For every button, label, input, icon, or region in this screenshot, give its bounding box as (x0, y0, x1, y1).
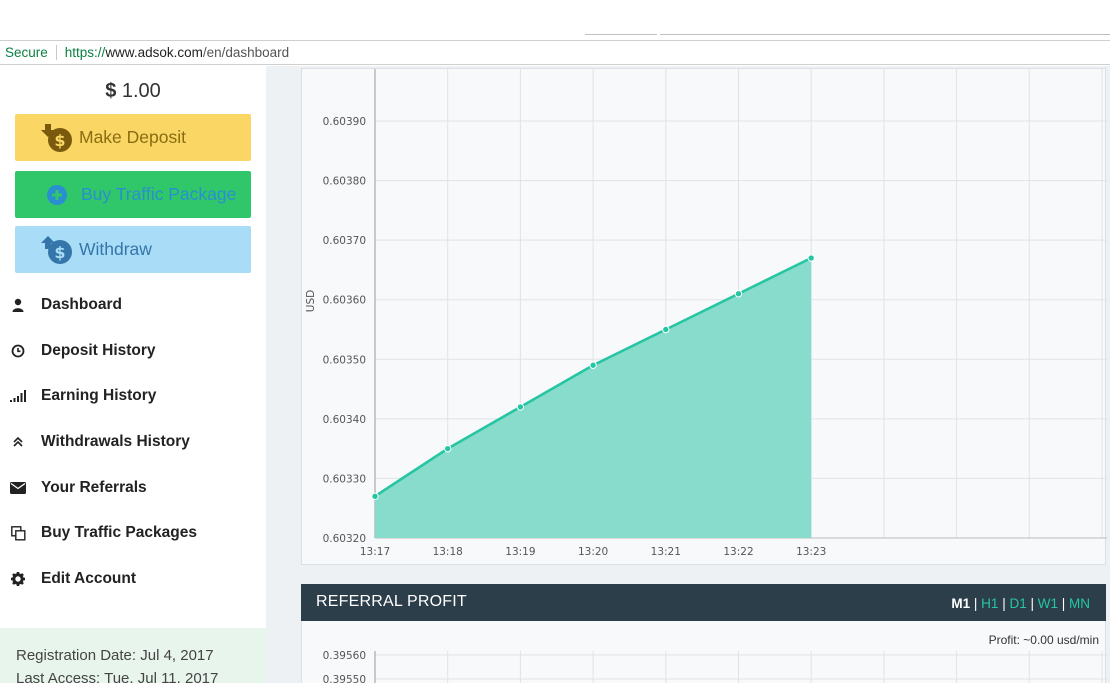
period-mn[interactable]: MN (1069, 596, 1090, 611)
period-selector: M1 | H1 | D1 | W1 | MN (951, 596, 1090, 611)
signal-bars-icon (9, 387, 27, 405)
sidebar-item-withdrawals-history[interactable]: Withdrawals History (0, 419, 266, 465)
y-tick-label: 0.60330 (323, 473, 366, 485)
tab-divider (660, 34, 1110, 35)
referral-profit-header: REFERRAL PROFIT M1 | H1 | D1 | W1 | MN (301, 584, 1106, 621)
sidebar-item-your-referrals[interactable]: Your Referrals (0, 465, 266, 511)
registration-date: Registration Date: Jul 4, 2017 (16, 647, 214, 664)
copy-icon (9, 524, 27, 542)
buy-traffic-package-button[interactable]: Buy Traffic Package (15, 171, 251, 218)
sidebar-item-edit-account[interactable]: Edit Account (0, 556, 266, 602)
data-point (734, 290, 743, 298)
referral-profit-rate: Profit: ~0.00 usd/min (988, 633, 1099, 647)
deposit-coin-icon: $ (41, 122, 73, 154)
make-deposit-label: Make Deposit (79, 127, 186, 147)
sidebar-item-label: Earning History (41, 387, 157, 405)
y-tick-label: 0.60340 (323, 414, 366, 426)
period-d1[interactable]: D1 (1009, 596, 1026, 611)
referral-profit-title: REFERRAL PROFIT (316, 593, 467, 610)
tab-divider (585, 34, 657, 35)
sidebar-nav: Dashboard Deposit History Earning Histor… (0, 282, 266, 602)
period-m1[interactable]: M1 (951, 596, 970, 611)
sidebar-item-label: Dashboard (41, 295, 122, 313)
balance-currency: $ (105, 80, 117, 102)
sidebar-item-buy-traffic-packages[interactable]: Buy Traffic Packages (0, 510, 266, 556)
profit-chart: 0.60320 0.60330 0.60340 0.60350 0.60360 0.603… (301, 68, 1107, 565)
data-point (807, 254, 815, 262)
y-tick-label: 0.60380 (323, 176, 366, 188)
x-tick-label: 13:18 (433, 546, 463, 558)
buy-traffic-package-label: Buy Traffic Package (81, 184, 237, 204)
y-axis-label: USD (305, 290, 317, 312)
referral-profit-chart: 0.39560 0.39550 Profit: ~0.00 usd/min (301, 621, 1107, 683)
envelope-icon (9, 479, 27, 497)
x-tick-label: 13:17 (360, 546, 390, 558)
sidebar-item-label: Edit Account (41, 569, 137, 587)
sidebar-item-label: Withdrawals History (41, 432, 190, 450)
sidebar-item-label: Your Referrals (41, 478, 147, 496)
data-point (444, 444, 452, 453)
last-access: Last Access: Tue, Jul 11, 2017 (16, 670, 219, 683)
balance-value: 1.00 (121, 80, 161, 102)
sidebar-item-deposit-history[interactable]: Deposit History (0, 328, 266, 374)
period-h1[interactable]: H1 (981, 596, 998, 611)
user-icon (9, 296, 27, 314)
account-balance: $ 1.00 (0, 80, 266, 103)
withdraw-coin-icon: $ (41, 234, 73, 266)
svg-text:$: $ (54, 243, 65, 262)
y-tick-label: 0.39550 (323, 674, 366, 683)
withdraw-button[interactable]: $ Withdraw (15, 226, 251, 273)
withdraw-label: Withdraw (79, 239, 152, 259)
dashboard-page: $ 1.00 $ Make Deposit Buy Traffic Packag… (0, 66, 1110, 683)
y-tick-label: 0.39560 (323, 650, 366, 662)
data-point (371, 492, 379, 500)
x-tick-label: 13:19 (505, 546, 535, 558)
browser-tabstrip (0, 0, 1110, 40)
x-tick-label: 13:22 (723, 546, 753, 558)
period-w1[interactable]: W1 (1038, 596, 1058, 611)
data-point (589, 361, 597, 369)
x-tick-label: 13:20 (578, 546, 608, 558)
data-point (662, 325, 670, 334)
url-host: www.adsok.com (105, 45, 203, 60)
y-tick-label: 0.60390 (323, 116, 366, 128)
make-deposit-button[interactable]: $ Make Deposit (15, 114, 251, 161)
x-tick-label: 13:23 (796, 546, 826, 558)
svg-text:$: $ (54, 131, 65, 150)
x-tick-label: 13:21 (651, 546, 681, 558)
url-scheme: https:// (64, 45, 106, 60)
url-path: /en/dashboard (202, 45, 290, 60)
data-point (516, 403, 525, 411)
profit-chart-svg: 0.60320 0.60330 0.60340 0.60350 0.60360 0.603… (305, 69, 1107, 558)
sidebar-item-label: Buy Traffic Packages (41, 524, 197, 542)
address-bar[interactable]: Secure https://www.adsok.com/en/dashboar… (0, 40, 1110, 65)
sidebar: $ 1.00 $ Make Deposit Buy Traffic Packag… (0, 66, 266, 683)
referral-chart-svg: 0.39560 0.39550 (323, 650, 1107, 683)
y-tick-label: 0.60350 (323, 354, 366, 366)
url-text[interactable]: https://www.adsok.com/en/dashboard (65, 45, 289, 60)
gear-icon (9, 570, 27, 588)
plus-circle-icon (43, 179, 75, 211)
y-tick-label: 0.60370 (323, 235, 366, 247)
sidebar-item-earning-history[interactable]: Earning History (0, 373, 266, 419)
sidebar-item-label: Deposit History (41, 341, 156, 359)
y-tick-label: 0.60360 (323, 295, 366, 307)
secure-label: Secure (5, 45, 48, 60)
address-divider (55, 45, 57, 60)
account-info: Registration Date: Jul 4, 2017 Last Acce… (0, 628, 266, 683)
double-chevron-up-icon (9, 433, 27, 451)
clock-icon (9, 342, 27, 360)
y-tick-label: 0.60320 (323, 533, 366, 545)
sidebar-item-dashboard[interactable]: Dashboard (0, 282, 266, 328)
